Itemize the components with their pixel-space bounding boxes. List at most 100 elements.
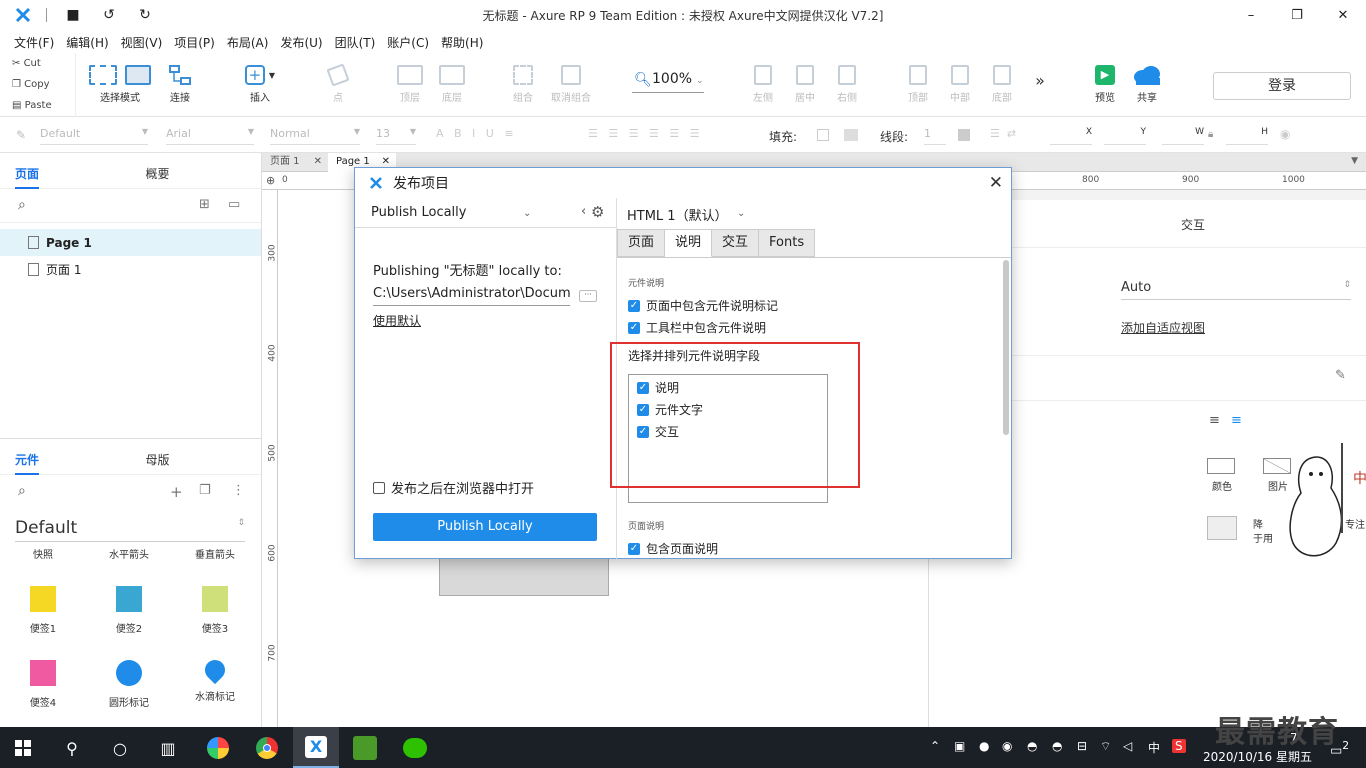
- qq-tray-icon[interactable]: ◓: [1027, 739, 1037, 753]
- gear-icon[interactable]: ⚙: [591, 203, 604, 221]
- cut-button[interactable]: ✂ Cut: [0, 53, 75, 74]
- close-icon[interactable]: ✕: [314, 153, 322, 171]
- wechat-icon[interactable]: [400, 733, 430, 763]
- widget-sticky-note-1[interactable]: 便签1: [0, 586, 86, 635]
- align-top-button[interactable]: 顶部: [898, 61, 938, 104]
- publish-locally-button[interactable]: Publish Locally: [373, 513, 597, 541]
- chrome-icon[interactable]: [252, 733, 282, 763]
- tabs-dropdown-icon[interactable]: ▼: [1351, 156, 1358, 166]
- color-fill-option[interactable]: 颜色: [1207, 458, 1237, 493]
- tray-app-icon[interactable]: ▣: [954, 739, 965, 753]
- close-button[interactable]: ✕: [1320, 0, 1366, 30]
- widget-drop-marker[interactable]: 水滴标记: [172, 655, 258, 703]
- select-mode-button[interactable]: 选择模式: [84, 61, 156, 104]
- minimize-button[interactable]: –: [1228, 0, 1274, 30]
- widget-sticky-note-3[interactable]: 便签3: [172, 586, 258, 635]
- text-align-buttons[interactable]: ☰ ☰ ☰ ☰ ☰ ☰: [588, 127, 748, 145]
- undo-icon[interactable]: ↺: [91, 0, 127, 30]
- add-folder-icon[interactable]: ▭: [228, 197, 240, 212]
- text-format-buttons[interactable]: A B I U ≡: [436, 127, 576, 145]
- stroke-color-swatch[interactable]: [958, 129, 970, 141]
- align-left-icon[interactable]: ≡: [1209, 413, 1220, 428]
- menu-file[interactable]: 文件(F): [8, 30, 60, 53]
- add-page-icon[interactable]: ⊞: [199, 197, 210, 212]
- menu-account[interactable]: 账户(C): [381, 30, 435, 53]
- h-input[interactable]: H: [1226, 127, 1268, 145]
- library-menu-icon[interactable]: ❐: [199, 483, 211, 498]
- page-markers-checkbox[interactable]: ✓ 页面中包含元件说明标记: [628, 297, 778, 314]
- copy-button[interactable]: ❐ Copy: [0, 74, 75, 95]
- font-weight-select[interactable]: Normal ▼: [270, 127, 360, 145]
- more-options-icon[interactable]: ⋮: [232, 483, 245, 498]
- group-button[interactable]: 组合: [503, 61, 543, 104]
- search-icon[interactable]: ⚲: [57, 733, 87, 763]
- bamboo-app-icon[interactable]: [350, 733, 380, 763]
- stroke-style-buttons[interactable]: ☰ ⇄: [990, 127, 1030, 145]
- network-device-icon[interactable]: ⊟: [1077, 739, 1087, 753]
- maximize-button[interactable]: ❐: [1274, 0, 1320, 30]
- ime-indicator[interactable]: 中: [1148, 739, 1160, 756]
- axure-taskbar-icon[interactable]: X: [293, 727, 339, 768]
- font-select[interactable]: Arial ▼: [166, 127, 254, 145]
- redo-icon[interactable]: ↻: [127, 0, 163, 30]
- publish-path-input[interactable]: C:\Users\Administrator\Docume: [373, 286, 570, 306]
- paste-button[interactable]: ▤ Paste: [0, 95, 75, 116]
- menu-edit[interactable]: 编辑(H): [60, 30, 114, 53]
- publish-target-select[interactable]: Publish Locally ⌄ ‹ ⚙: [355, 198, 616, 228]
- tab-pages[interactable]: 页面: [0, 153, 131, 189]
- style-select[interactable]: Default ▼: [40, 127, 148, 145]
- stroke-width-input[interactable]: 1: [924, 127, 946, 145]
- tab-outline[interactable]: 概要: [131, 153, 262, 188]
- options-scrollbar[interactable]: [1003, 260, 1009, 435]
- lock-icon[interactable]: 🔒︎: [1208, 129, 1213, 140]
- align-center-button[interactable]: 居中: [785, 61, 825, 104]
- add-adaptive-view-link[interactable]: 添加自适应视图: [1121, 319, 1205, 336]
- toolbar-notes-checkbox[interactable]: ✓ 工具栏中包含元件说明: [628, 319, 766, 336]
- include-page-notes-checkbox[interactable]: ✓ 包含页面说明: [628, 540, 718, 557]
- ungroup-button[interactable]: 取消组合: [546, 61, 596, 104]
- tab-pages[interactable]: 页面: [617, 229, 666, 257]
- photos-app-icon[interactable]: [203, 733, 233, 763]
- more-tools-icon[interactable]: »: [1028, 71, 1052, 90]
- wechat-tray-icon[interactable]: ◉: [1002, 739, 1012, 753]
- canvas-rectangle[interactable]: [439, 556, 609, 596]
- notification-bell-icon[interactable]: ●: [979, 739, 989, 753]
- menu-help[interactable]: 帮助(H): [435, 30, 489, 53]
- show-hidden-icons[interactable]: ⌃: [930, 739, 940, 753]
- close-icon[interactable]: ✕: [989, 173, 1003, 193]
- align-center-icon[interactable]: ≡: [1231, 413, 1242, 428]
- page-item[interactable]: Page 1: [0, 229, 261, 256]
- tab-widgets[interactable]: 元件: [0, 439, 131, 475]
- font-size-select[interactable]: 13 ▼: [376, 127, 416, 145]
- use-default-link[interactable]: 使用默认: [373, 312, 421, 329]
- align-middle-button[interactable]: 中部: [940, 61, 980, 104]
- collapse-icon[interactable]: ‹: [581, 204, 586, 219]
- cortana-icon[interactable]: ○: [105, 733, 135, 763]
- tab-fonts[interactable]: Fonts: [759, 229, 816, 257]
- x-input[interactable]: X: [1050, 127, 1092, 145]
- menu-project[interactable]: 项目(P): [168, 30, 221, 53]
- task-view-icon[interactable]: ▥: [153, 733, 183, 763]
- w-input[interactable]: W: [1162, 127, 1204, 145]
- page-item[interactable]: 页面 1: [0, 256, 261, 283]
- notes-edit-icon[interactable]: ✎: [1335, 368, 1346, 383]
- menu-team[interactable]: 团队(T): [329, 30, 382, 53]
- windows-start-icon[interactable]: [8, 733, 38, 763]
- visibility-icon[interactable]: ◉: [1280, 127, 1290, 141]
- adaptive-view-select[interactable]: Auto ⇕: [1121, 280, 1351, 300]
- browse-folder-button[interactable]: ···: [579, 290, 597, 302]
- qq-tray-icon[interactable]: ◓: [1052, 739, 1062, 753]
- widget-circle-marker[interactable]: 圆形标记: [86, 660, 172, 709]
- library-select[interactable]: Default ⇕: [15, 518, 245, 542]
- wifi-icon[interactable]: ⌔: [1100, 739, 1111, 754]
- widget-sticky-note-4[interactable]: 便签4: [0, 660, 86, 709]
- generator-select[interactable]: HTML 1（默认） ⌄: [617, 198, 1011, 228]
- fill-shadow-swatch[interactable]: [844, 129, 858, 141]
- menu-publish[interactable]: 发布(U): [274, 30, 328, 53]
- connect-button[interactable]: 连接: [160, 61, 200, 104]
- y-input[interactable]: Y: [1104, 127, 1146, 145]
- insert-button[interactable]: + ▼ 插入: [240, 61, 280, 104]
- align-left-button[interactable]: 左侧: [743, 61, 783, 104]
- login-button[interactable]: 登录: [1213, 72, 1351, 100]
- search-icon[interactable]: ⌕: [18, 483, 26, 499]
